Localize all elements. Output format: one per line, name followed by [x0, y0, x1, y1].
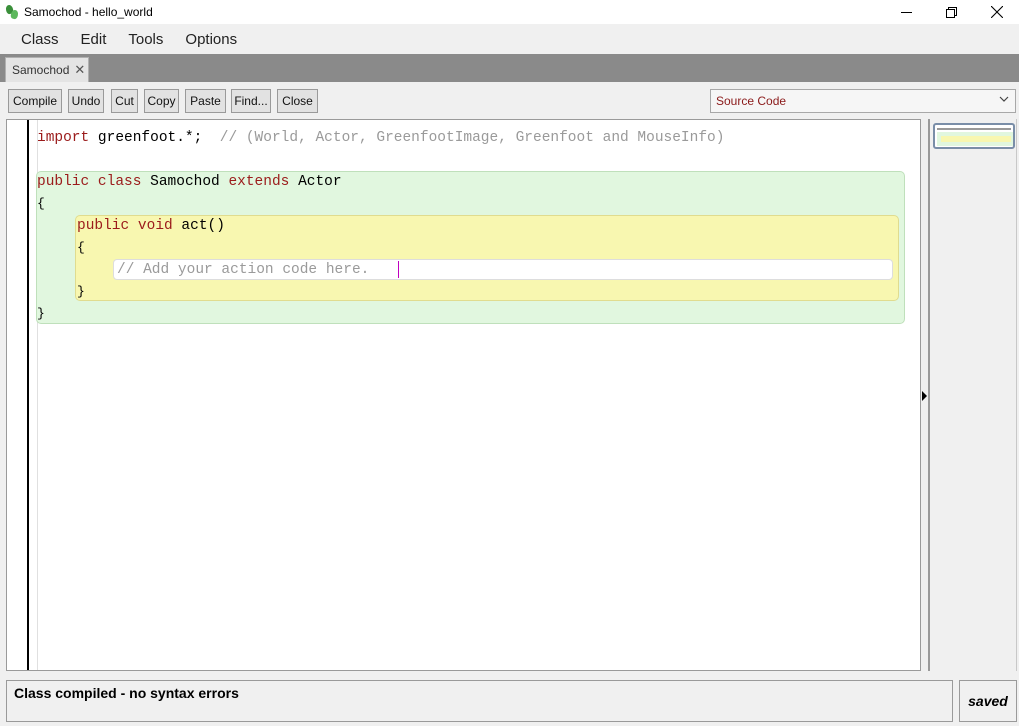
- menu-bar: Class Edit Tools Options: [0, 24, 1019, 54]
- minimize-button[interactable]: [884, 0, 929, 24]
- window-title: Samochod - hello_world: [24, 5, 153, 19]
- text-caret: [398, 261, 399, 278]
- code-line-method-close: }: [77, 284, 85, 299]
- tab-strip: Samochod ✕: [0, 54, 1019, 82]
- tab-label: Samochod: [12, 63, 70, 77]
- code-line-method-decl: public void act(): [77, 218, 225, 234]
- view-mode-select[interactable]: Source Code: [710, 89, 1016, 113]
- collapse-arrow-icon[interactable]: [922, 391, 927, 401]
- code-line-class-open: {: [37, 196, 45, 211]
- status-message: Class compiled - no syntax errors: [6, 680, 953, 722]
- copy-button[interactable]: Copy: [144, 89, 179, 113]
- editor-toolbar: Compile Undo Cut Copy Paste Find... Clos…: [0, 82, 1019, 118]
- cut-button[interactable]: Cut: [111, 89, 138, 113]
- saved-indicator: saved: [959, 680, 1017, 722]
- tab-samochod[interactable]: Samochod ✕: [5, 57, 89, 82]
- compile-button[interactable]: Compile: [8, 89, 62, 113]
- close-editor-button[interactable]: Close: [277, 89, 318, 113]
- minimize-icon: [901, 11, 912, 13]
- editor-gutter-border: [27, 120, 29, 670]
- undo-button[interactable]: Undo: [68, 89, 104, 113]
- code-editor[interactable]: import greenfoot.*; // (World, Actor, Gr…: [6, 119, 921, 671]
- code-line-class-decl: public class Samochod extends Actor: [37, 174, 342, 190]
- code-line-method-open: {: [77, 240, 85, 255]
- paste-button[interactable]: Paste: [185, 89, 226, 113]
- menu-tools[interactable]: Tools: [117, 31, 174, 48]
- restore-button[interactable]: [929, 0, 974, 24]
- view-mode-value: Source Code: [716, 94, 787, 108]
- title-bar: Samochod - hello_world: [0, 0, 1019, 24]
- find-button[interactable]: Find...: [231, 89, 271, 113]
- window-controls: [884, 0, 1019, 24]
- navigation-viewport[interactable]: [933, 123, 1015, 149]
- chevron-down-icon: [999, 93, 1009, 108]
- code-line-comment: // Add your action code here.: [117, 262, 370, 278]
- close-button[interactable]: [974, 0, 1019, 24]
- menu-edit[interactable]: Edit: [70, 31, 118, 48]
- tab-close-icon[interactable]: ✕: [74, 62, 85, 78]
- greenfoot-app-icon: [4, 4, 20, 20]
- code-line-class-close: }: [37, 306, 45, 321]
- close-icon: [990, 6, 1003, 18]
- menu-options[interactable]: Options: [174, 31, 248, 48]
- restore-icon: [946, 6, 957, 18]
- code-line-import: import greenfoot.*; // (World, Actor, Gr…: [37, 130, 725, 146]
- menu-class[interactable]: Class: [10, 31, 70, 48]
- navigation-view[interactable]: [928, 119, 1017, 671]
